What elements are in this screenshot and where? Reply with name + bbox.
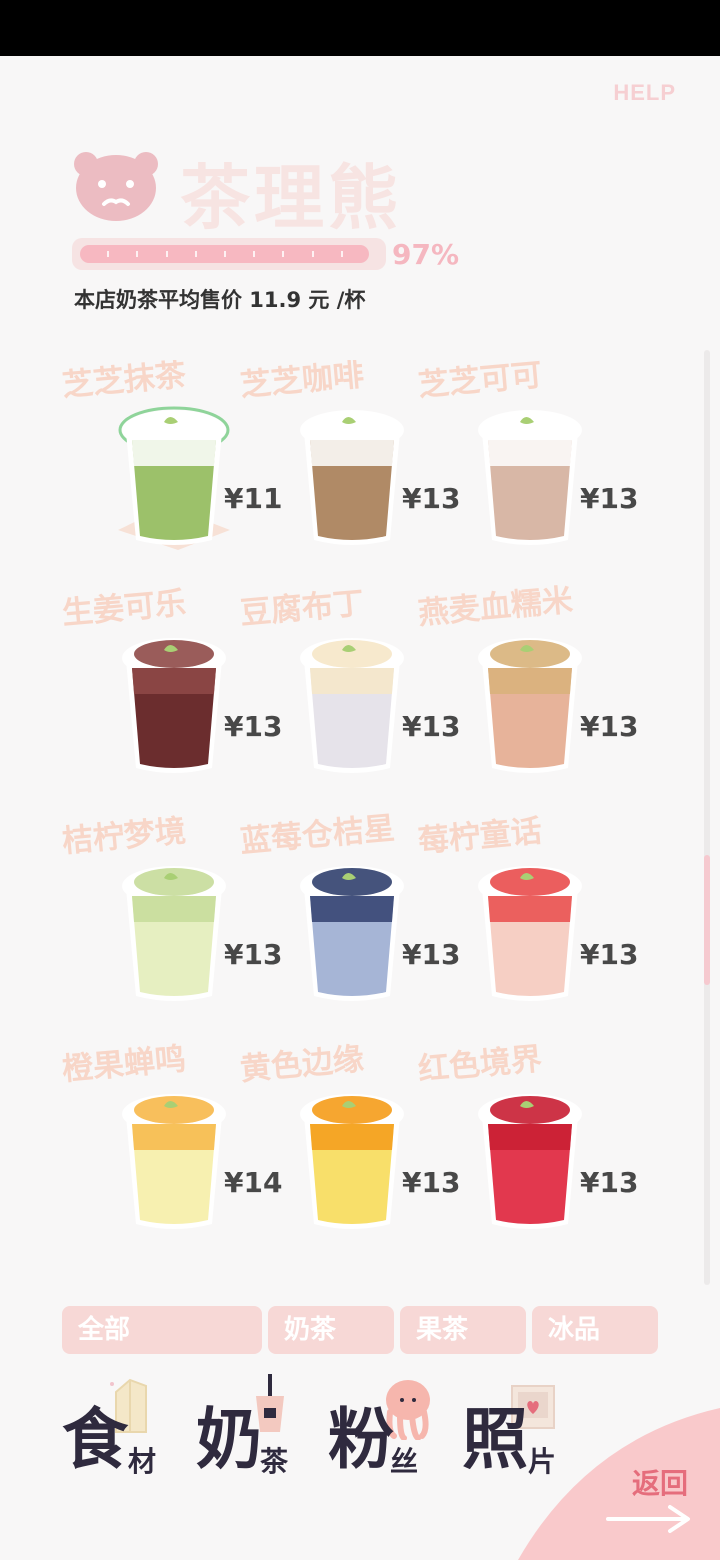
drink-item[interactable]: 桔柠梦境 ¥13 bbox=[54, 813, 282, 1021]
tab-all[interactable]: 全部 bbox=[62, 1306, 262, 1354]
drink-item[interactable]: 豆腐布丁 ¥13 bbox=[232, 585, 460, 793]
nav-milk-tea-big: 奶 bbox=[196, 1401, 262, 1478]
nav-fans[interactable]: 粉 丝 bbox=[328, 1378, 438, 1488]
nav-ingredients-big: 食 bbox=[62, 1401, 128, 1478]
help-button[interactable]: HELP bbox=[613, 80, 676, 106]
drink-name: 生姜可乐 bbox=[60, 585, 188, 632]
tab-milk-tea[interactable]: 奶茶 bbox=[268, 1306, 394, 1354]
arrow-right-icon[interactable] bbox=[604, 1502, 694, 1536]
drink-price: ¥13 bbox=[580, 938, 639, 971]
drink-name: 芝芝咖啡 bbox=[238, 360, 366, 404]
drink-item[interactable]: 莓柠童话 ¥13 bbox=[410, 813, 638, 1021]
tab-ice[interactable]: 冰品 bbox=[532, 1306, 658, 1354]
status-bar bbox=[0, 0, 720, 56]
drink-name: 红色境界 bbox=[416, 1041, 544, 1088]
drink-name: 芝芝可可 bbox=[416, 360, 544, 404]
drink-cup-image bbox=[300, 410, 404, 545]
drink-item[interactable]: 芝芝咖啡 ¥13 bbox=[232, 360, 460, 565]
drink-cup-image bbox=[478, 1094, 582, 1229]
drink-name: 燕麦血糯米 bbox=[416, 582, 575, 632]
average-price-text: 本店奶茶平均售价 11.9 元 /杯 bbox=[74, 288, 366, 312]
drink-item[interactable]: 橙果蝉鸣 ¥14 bbox=[54, 1041, 282, 1249]
drink-name: 芝芝抹茶 bbox=[60, 360, 188, 404]
progress-percent: 97% bbox=[392, 238, 460, 271]
drink-cup-image bbox=[478, 410, 582, 545]
drink-cup-image bbox=[122, 866, 226, 1001]
drink-name: 黄色边缘 bbox=[238, 1041, 366, 1088]
drink-item[interactable]: 生姜可乐 ¥13 bbox=[54, 585, 282, 793]
nav-fans-big: 粉 bbox=[328, 1401, 394, 1478]
drink-cup-image bbox=[478, 866, 582, 1001]
progress-ticks bbox=[80, 251, 370, 257]
drink-cup-image bbox=[118, 406, 230, 550]
bear-logo-icon bbox=[74, 152, 158, 221]
drink-cup-image bbox=[300, 638, 404, 773]
drink-name: 莓柠童话 bbox=[416, 813, 544, 860]
drink-cup-image bbox=[122, 1094, 226, 1229]
progress-bar bbox=[72, 238, 386, 270]
nav-milk-tea-small: 茶 bbox=[260, 1445, 289, 1478]
nav-ingredients-small: 材 bbox=[128, 1445, 157, 1478]
drink-item[interactable]: 蓝莓仓桔星 ¥13 bbox=[232, 810, 460, 1021]
drink-price: ¥13 bbox=[580, 710, 639, 743]
nav-fans-small: 丝 bbox=[390, 1445, 419, 1478]
drink-grid: 芝芝抹茶 ¥11 芝芝咖啡 ¥13 芝芝可可 ¥13 生姜可乐 ¥13 豆腐布丁 ¥13 燕麦血糯米… bbox=[54, 360, 674, 1280]
drink-item[interactable]: 黄色边缘 ¥13 bbox=[232, 1041, 460, 1249]
shop-title: 茶理熊 bbox=[180, 157, 402, 239]
drink-name: 豆腐布丁 bbox=[238, 585, 366, 632]
drink-cup-image bbox=[300, 866, 404, 1001]
drink-cup-image bbox=[122, 638, 226, 773]
back-button-background bbox=[518, 1408, 720, 1560]
drink-item[interactable]: 红色境界 ¥13 bbox=[410, 1041, 638, 1249]
back-button[interactable]: 返回 bbox=[632, 1462, 688, 1502]
drink-name: 桔柠梦境 bbox=[60, 813, 188, 860]
nav-milk-tea[interactable]: 奶 茶 bbox=[196, 1374, 306, 1488]
scrollbar[interactable] bbox=[704, 350, 710, 1285]
scrollbar-thumb[interactable] bbox=[704, 855, 710, 985]
nav-ingredients[interactable]: 食 材 bbox=[62, 1378, 172, 1488]
drink-name: 蓝莓仓桔星 bbox=[238, 810, 397, 860]
drink-item[interactable]: 芝芝抹茶 ¥11 bbox=[54, 360, 282, 565]
drink-price: ¥13 bbox=[580, 1166, 639, 1199]
drink-name: 橙果蝉鸣 bbox=[60, 1041, 188, 1088]
drink-price: ¥13 bbox=[580, 482, 639, 515]
drink-cup-image bbox=[300, 1094, 404, 1229]
bottom-nav: 食 材 奶 茶 粉 丝 照 片 bbox=[62, 1374, 582, 1488]
drink-item[interactable]: 芝芝可可 ¥13 bbox=[410, 360, 638, 565]
drink-cup-image bbox=[478, 638, 582, 773]
drink-item[interactable]: 燕麦血糯米 ¥13 bbox=[410, 582, 638, 793]
tab-fruit-tea[interactable]: 果茶 bbox=[400, 1306, 526, 1354]
